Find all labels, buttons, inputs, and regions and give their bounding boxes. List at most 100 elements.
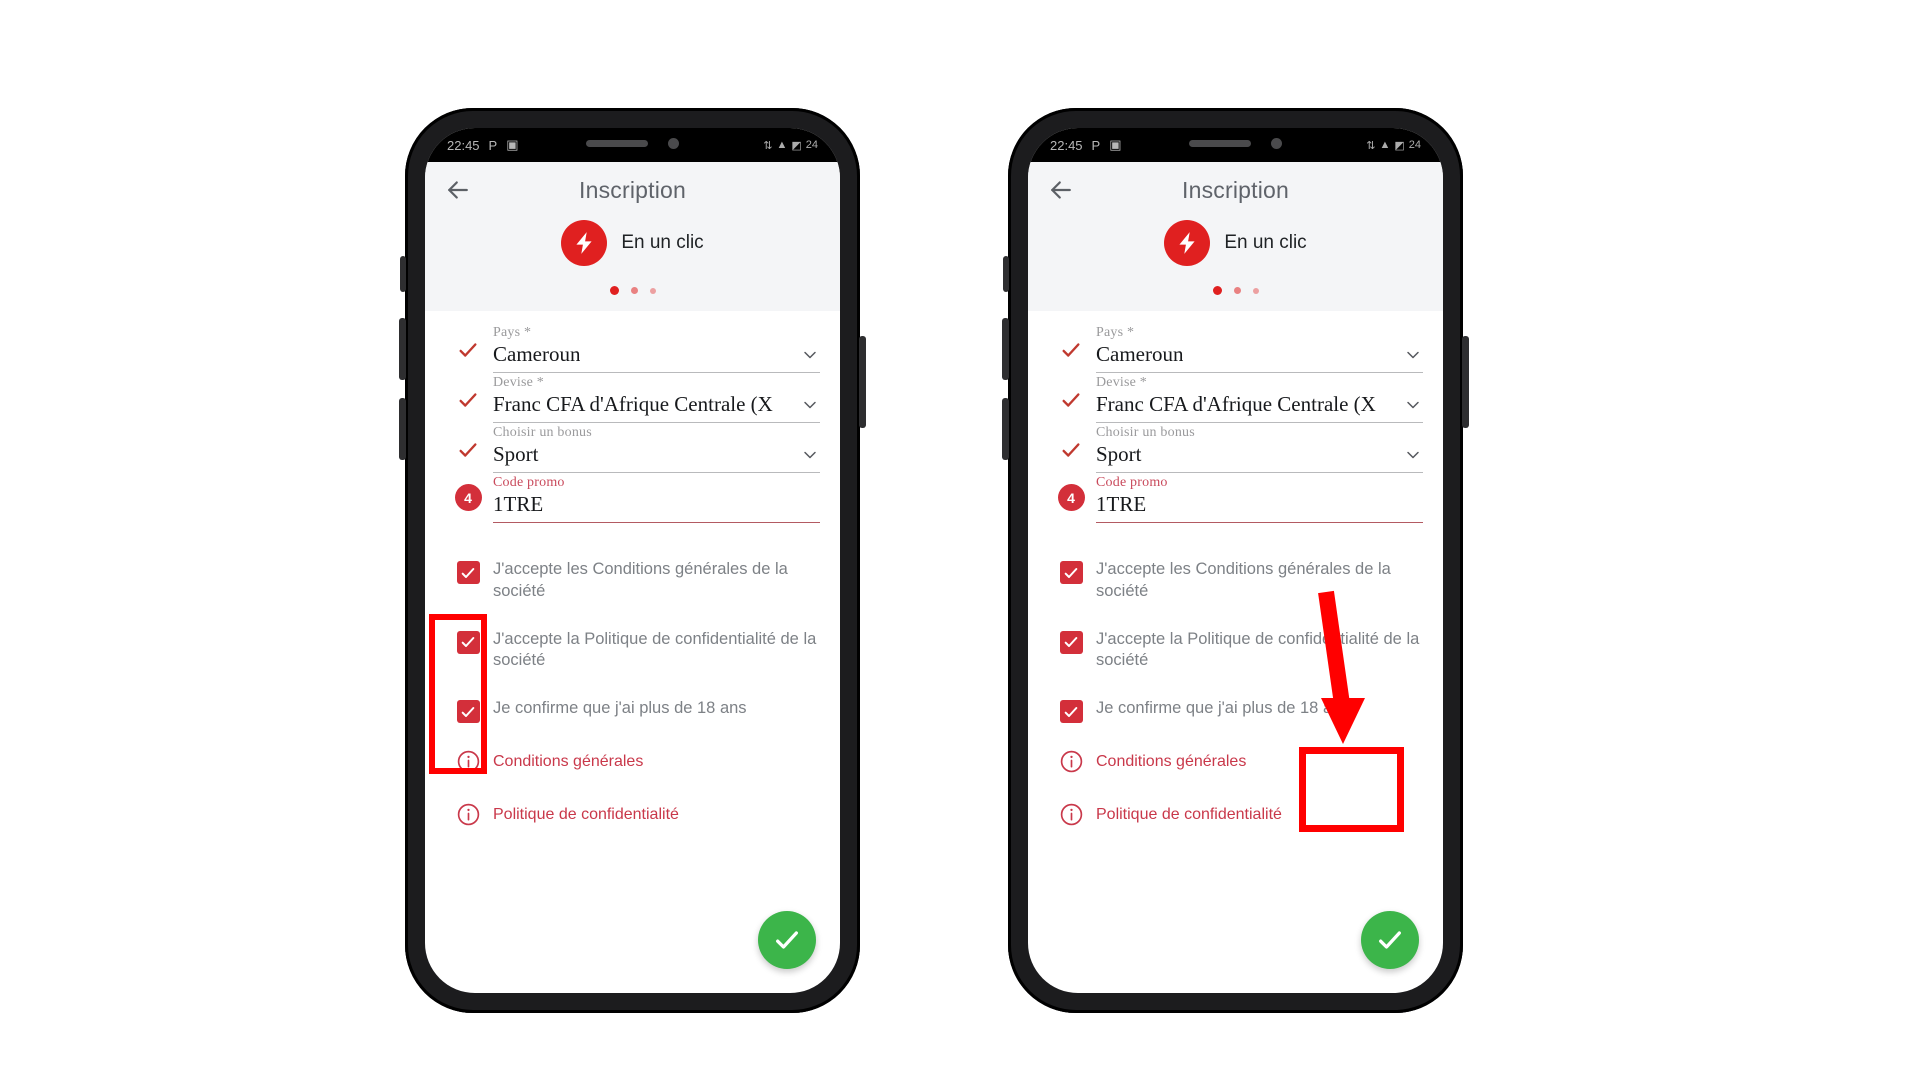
status-bar-left: 22:45 P ▣ xyxy=(1050,137,1122,153)
field-line: Sport xyxy=(493,442,820,473)
message-icon: ▣ xyxy=(1109,137,1122,152)
page-dot-3[interactable] xyxy=(649,287,656,294)
field-label: Devise * xyxy=(1096,375,1147,390)
field-value: Franc CFA d'Afrique Centrale (X xyxy=(1096,392,1376,416)
field-label: Code promo xyxy=(493,475,565,490)
checkbox-row-privacy[interactable]: J'accepte la Politique de confidentialit… xyxy=(443,629,820,673)
chevron-down-icon xyxy=(804,451,816,458)
submit-fab[interactable] xyxy=(1361,911,1419,969)
battery-level: 24 xyxy=(805,139,818,151)
link-icon-slot xyxy=(1046,802,1096,827)
field-line: 1TRE xyxy=(493,492,820,523)
front-camera xyxy=(1271,137,1282,149)
link-terms[interactable]: Conditions générales xyxy=(1096,753,1246,771)
link-icon-slot xyxy=(443,802,493,827)
field-row-promo: 4 Code promo 1TRE xyxy=(425,475,840,523)
earpiece-speaker xyxy=(1189,139,1251,147)
checkbox-age[interactable] xyxy=(456,700,480,724)
link-row-privacy[interactable]: Politique de confidentialité xyxy=(1028,802,1443,827)
checkbox-slot xyxy=(443,698,493,724)
field-pays[interactable]: Pays * Cameroun xyxy=(493,325,820,373)
form-spacer xyxy=(1028,525,1443,541)
chevron-down-icon xyxy=(804,401,816,408)
link-row-terms[interactable]: Conditions générales xyxy=(425,749,840,774)
check-icon xyxy=(1379,931,1401,949)
submit-fab[interactable] xyxy=(758,911,816,969)
page-dot-3[interactable] xyxy=(1252,287,1259,294)
status-bar: 22:45 P ▣ ⇅ ▲ ◩ 24 xyxy=(425,128,840,162)
check-icon xyxy=(1064,567,1078,578)
link-row-privacy[interactable]: Politique de confidentialité xyxy=(425,802,840,827)
message-icon: ▣ xyxy=(506,137,519,152)
field-line: Cameroun xyxy=(493,342,820,373)
check-icon xyxy=(459,443,477,457)
arrow-left-icon[interactable] xyxy=(1046,175,1076,205)
mute-switch xyxy=(400,256,406,292)
page-dot-2[interactable] xyxy=(630,287,638,294)
link-row-terms[interactable]: Conditions générales xyxy=(1028,749,1443,774)
status-bar-right: ⇅ ▲ ◩ 24 xyxy=(1366,139,1421,152)
arrow-left-icon[interactable] xyxy=(443,175,473,205)
promo-code-input[interactable]: 1TRE xyxy=(493,492,543,517)
field-row-devise: Devise * Franc CFA d'Afrique Centrale (X xyxy=(425,375,840,423)
checkbox-label: J'accepte la Politique de confidentialit… xyxy=(493,629,817,670)
promo-code-input[interactable]: 1TRE xyxy=(1096,492,1146,517)
checkbox-label: J'accepte les Conditions générales de la… xyxy=(1096,560,1391,600)
step-badge: 4 xyxy=(454,484,482,511)
checkbox-row-terms[interactable]: J'accepte les Conditions générales de la… xyxy=(443,559,820,603)
field-value: Cameroun xyxy=(1096,342,1184,366)
page-dot-active[interactable] xyxy=(609,286,619,295)
field-label: Choisir un bonus xyxy=(493,425,592,440)
checkbox-row-privacy[interactable]: J'accepte la Politique de confidentialit… xyxy=(1046,629,1423,673)
checkbox-row-terms[interactable]: J'accepte les Conditions générales de la… xyxy=(1046,559,1423,603)
field-lead: 4 xyxy=(1046,484,1096,523)
link-privacy[interactable]: Politique de confidentialité xyxy=(1096,806,1282,824)
app-header: Inscription En un clic xyxy=(425,162,840,311)
field-promo[interactable]: Code promo 1TRE xyxy=(493,475,820,523)
checkbox-terms[interactable] xyxy=(456,561,480,584)
field-label: Pays * xyxy=(1096,325,1135,340)
page-dots xyxy=(1028,286,1443,295)
notch xyxy=(542,128,723,158)
checkbox-row-age[interactable]: Je confirme que j'ai plus de 18 ans xyxy=(443,698,820,724)
screenshot-stage: 22:45 P ▣ ⇅ ▲ ◩ 24 Inscription En un cli… xyxy=(0,0,1920,1080)
check-icon xyxy=(461,637,475,648)
field-bonus[interactable]: Choisir un bonus Sport xyxy=(493,425,820,473)
checkbox-label: Je confirme que j'ai plus de 18 ans xyxy=(493,699,747,718)
field-value: Franc CFA d'Afrique Centrale (X xyxy=(493,392,773,416)
check-icon xyxy=(1062,393,1080,407)
step-badge: 4 xyxy=(1057,484,1085,511)
field-devise[interactable]: Devise * Franc CFA d'Afrique Centrale (X xyxy=(1096,375,1423,423)
bolt-icon xyxy=(561,220,608,266)
checkbox-row-age[interactable]: Je confirme que j'ai plus de 18 ans xyxy=(1046,698,1423,724)
field-promo[interactable]: Code promo 1TRE xyxy=(1096,475,1423,523)
volume-up-button xyxy=(399,318,406,380)
check-icon xyxy=(1064,637,1078,648)
checkbox-slot xyxy=(1046,559,1096,584)
link-terms[interactable]: Conditions générales xyxy=(493,753,643,771)
field-lead: 4 xyxy=(443,484,493,523)
volume-down-button xyxy=(399,398,406,460)
info-icon xyxy=(1060,803,1082,826)
phone-screen: 22:45 P ▣ ⇅ ▲ ◩ 24 Inscription En un cli… xyxy=(1028,128,1443,993)
field-bonus[interactable]: Choisir un bonus Sport xyxy=(1096,425,1423,473)
info-icon xyxy=(457,750,479,773)
checkbox-privacy[interactable] xyxy=(456,630,480,654)
one-click-banner[interactable]: En un clic xyxy=(1028,220,1443,266)
field-label: Devise * xyxy=(493,375,544,390)
checkbox-terms[interactable] xyxy=(1059,561,1083,584)
checkbox-privacy[interactable] xyxy=(1059,630,1083,654)
page-dot-2[interactable] xyxy=(1233,287,1241,294)
info-icon xyxy=(1060,750,1082,773)
field-devise[interactable]: Devise * Franc CFA d'Afrique Centrale (X xyxy=(493,375,820,423)
field-value: Sport xyxy=(493,442,539,466)
link-privacy[interactable]: Politique de confidentialité xyxy=(493,806,679,824)
status-bar-right: ⇅ ▲ ◩ 24 xyxy=(763,139,818,152)
field-pays[interactable]: Pays * Cameroun xyxy=(1096,325,1423,373)
phone-screen: 22:45 P ▣ ⇅ ▲ ◩ 24 Inscription En un cli… xyxy=(425,128,840,993)
one-click-banner[interactable]: En un clic xyxy=(425,220,840,266)
checkbox-age[interactable] xyxy=(1059,700,1083,724)
phone-mockup-left: 22:45 P ▣ ⇅ ▲ ◩ 24 Inscription En un cli… xyxy=(399,108,866,1013)
chevron-down-icon xyxy=(1407,351,1419,358)
page-dot-active[interactable] xyxy=(1212,286,1222,295)
